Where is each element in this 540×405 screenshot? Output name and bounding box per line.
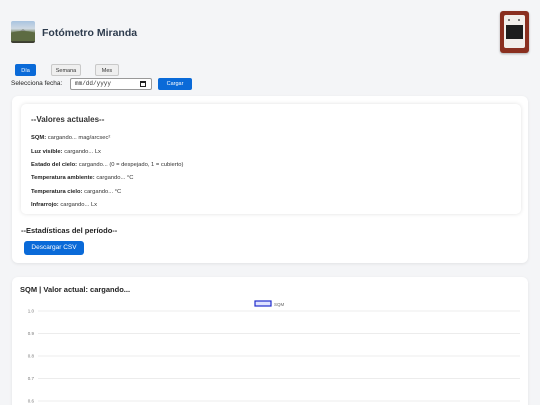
landscape-logo-icon (11, 21, 35, 43)
value-row-estado-cielo: Estado del cielo: cargando... (0 = despe… (31, 162, 184, 168)
app-title: Fotómetro Miranda (42, 27, 138, 39)
values-card: --Valores actuales-- SQM: cargando... ma… (12, 96, 528, 263)
stats-title: --Estadísticas del período-- (21, 226, 118, 235)
calendar-icon[interactable] (140, 81, 146, 87)
tab-semana[interactable]: Semana (51, 64, 81, 76)
chart-card: SQM | Valor actual: cargando... SQM 1.0 0.… (12, 277, 528, 405)
y-tick-label: 0.8 (28, 354, 35, 359)
date-input[interactable]: mm/dd/yyyy (70, 78, 152, 90)
legend-swatch (254, 300, 272, 307)
date-placeholder: mm/dd/yyyy (75, 80, 112, 87)
load-button[interactable]: Cargar (158, 78, 192, 90)
y-tick-label: 0.7 (28, 376, 35, 381)
value-row-luz-visible: Luz visible: cargando... Lx (31, 149, 101, 155)
header: Fotómetro Miranda (0, 0, 540, 62)
y-tick-label: 1.0 (28, 309, 35, 314)
chart-title: SQM | Valor actual: cargando... (20, 285, 131, 294)
photometer-device-icon (500, 11, 529, 53)
y-tick-label: 0.9 (28, 331, 35, 336)
tab-mes[interactable]: Mes (95, 64, 119, 76)
legend-label: SQM (274, 302, 285, 307)
date-label: Selecciona fecha: (11, 80, 63, 87)
y-tick-label: 0.6 (28, 399, 35, 404)
value-row-infrarrojo: Infrarrojo: cargando... Lx (31, 202, 98, 208)
value-row-temperatura-cielo: Temperatura cielo: cargando... °C (31, 189, 122, 195)
value-row-sqm: SQM: cargando... mag/arcsec² (31, 135, 111, 141)
sqm-chart: SQM 1.0 0.9 0.8 0.7 0.6 (28, 300, 520, 404)
download-csv-button[interactable]: Descargar CSV (24, 241, 84, 255)
current-values-title: --Valores actuales-- (31, 115, 105, 124)
value-row-temperatura-ambiente: Temperatura ambiente: cargando... °C (31, 175, 134, 181)
current-values-panel: --Valores actuales-- SQM: cargando... ma… (21, 104, 521, 214)
tab-dia[interactable]: Día (15, 64, 36, 76)
date-selector: Selecciona fecha: mm/dd/yyyy Cargar (11, 78, 211, 91)
legend-item-sqm[interactable]: SQM (254, 300, 285, 307)
